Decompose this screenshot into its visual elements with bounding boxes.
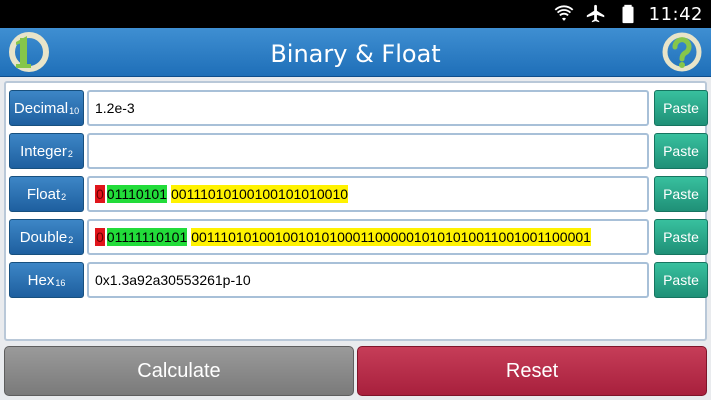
calculate-button[interactable]: Calculate bbox=[4, 346, 354, 396]
converter-panel: Decimal 10 1.2e-3 Paste Integer 2 Paste Fl… bbox=[4, 81, 708, 341]
reset-button[interactable]: Reset bbox=[357, 346, 707, 396]
float-row: Float 2 0 01110101 0011101010010010101001… bbox=[9, 175, 708, 212]
status-time: 11:42 bbox=[648, 3, 703, 25]
integer-paste-button[interactable]: Paste bbox=[654, 133, 708, 169]
decimal-row: Decimal 10 1.2e-3 Paste bbox=[9, 89, 708, 126]
double-mantissa-bits: 0011101010010010101000110000010101010011… bbox=[191, 228, 591, 246]
double-paste-button[interactable]: Paste bbox=[654, 219, 708, 255]
decimal-input[interactable]: 1.2e-3 bbox=[87, 90, 649, 126]
float-mantissa-bits: 00111010100100101010010 bbox=[171, 185, 349, 203]
double-label-button[interactable]: Double 2 bbox=[9, 219, 84, 255]
hex-label-button[interactable]: Hex 16 bbox=[9, 262, 84, 298]
hex-input[interactable]: 0x1.3a92a30553261p-10 bbox=[87, 262, 649, 298]
airplane-mode-icon bbox=[586, 4, 604, 23]
hex-row: Hex 16 0x1.3a92a30553261p-10 Paste bbox=[9, 261, 708, 298]
integer-row: Integer 2 Paste bbox=[9, 132, 708, 169]
float-input[interactable]: 0 01110101 00111010100100101010010 bbox=[87, 176, 649, 212]
double-sign-bit: 0 bbox=[95, 228, 105, 246]
decimal-label-button[interactable]: Decimal 10 bbox=[9, 90, 84, 126]
decimal-paste-button[interactable]: Paste bbox=[654, 90, 708, 126]
status-bar: 11:42 bbox=[0, 0, 711, 28]
integer-input[interactable] bbox=[87, 133, 649, 169]
float-label-button[interactable]: Float 2 bbox=[9, 176, 84, 212]
double-exponent-bits: 01111110101 bbox=[106, 228, 188, 246]
float-paste-button[interactable]: Paste bbox=[654, 176, 708, 212]
float-sign-bit: 0 bbox=[95, 185, 105, 203]
battery-icon bbox=[622, 4, 634, 24]
app-header: Binary & Float bbox=[0, 28, 711, 77]
page-title: Binary & Float bbox=[270, 40, 441, 68]
double-input[interactable]: 0 01111110101 00111010100100101010001100… bbox=[87, 219, 649, 255]
hex-paste-button[interactable]: Paste bbox=[654, 262, 708, 298]
integer-label-button[interactable]: Integer 2 bbox=[9, 133, 84, 169]
double-row: Double 2 0 01111110101 001110101001001010… bbox=[9, 218, 708, 255]
float-exponent-bits: 01110101 bbox=[106, 185, 168, 203]
wifi-icon bbox=[554, 5, 573, 21]
question-mark-icon[interactable] bbox=[661, 31, 703, 73]
